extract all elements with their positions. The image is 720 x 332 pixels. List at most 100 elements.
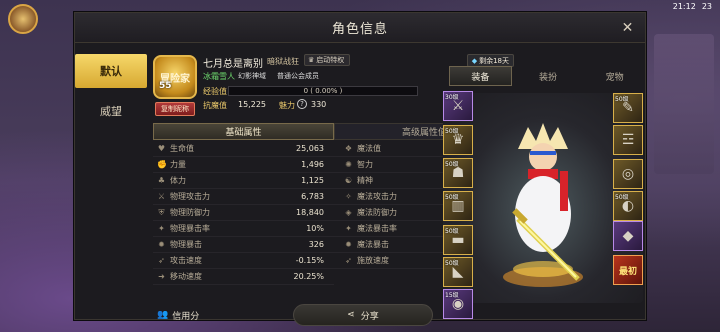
charm-help-icon[interactable]: ? bbox=[297, 99, 307, 109]
attribute-name: 物理暴击 bbox=[170, 240, 202, 249]
slot-level: 50级 bbox=[445, 161, 459, 168]
magic-stone-slot-icon[interactable]: ◆ bbox=[613, 221, 643, 251]
attribute-name: 攻击速度 bbox=[170, 256, 202, 265]
slot-level: 50级 bbox=[615, 96, 629, 103]
slot-level: 50级 bbox=[445, 128, 459, 135]
copy-name-button[interactable]: 复制昵称 bbox=[155, 102, 195, 116]
shoes-slot-icon[interactable]: ◣ 50级 bbox=[443, 257, 473, 287]
bracelet-slot-icon[interactable]: ☲ bbox=[613, 125, 643, 155]
pants-slot-icon[interactable]: ▥ 50级 bbox=[443, 191, 473, 221]
intelligence-icon: ✺ bbox=[345, 160, 352, 169]
share-icon: ⋖ bbox=[347, 310, 355, 320]
shield-icon: ⛨ bbox=[158, 208, 165, 217]
remaining-days-label: 剩余18天 bbox=[479, 56, 509, 65]
attribute-row: ⚔ 物理攻击力 6,783 bbox=[153, 189, 334, 205]
slot-glyph: 最初 bbox=[618, 266, 637, 277]
credit-score-button[interactable]: 👥 信用分 bbox=[153, 309, 223, 322]
slot-glyph: ☲ bbox=[621, 132, 635, 148]
attribute-value: 326 bbox=[308, 240, 324, 249]
tab-pet[interactable]: 宠物 bbox=[584, 66, 645, 86]
attribute-row: ⛨ 物理防御力 18,840 bbox=[153, 205, 334, 221]
slot-level: 50级 bbox=[445, 194, 459, 201]
top-slot-icon[interactable]: ♛ 50级 bbox=[443, 125, 473, 155]
attribute-value: 10% bbox=[306, 224, 324, 233]
attack-speed-icon: ➶ bbox=[158, 256, 165, 265]
charm-label: 魅力 bbox=[279, 101, 295, 110]
tab-prestige[interactable]: 威望 bbox=[75, 94, 147, 128]
attribute-value: 1,496 bbox=[301, 160, 324, 169]
level-badge: 55 bbox=[159, 81, 172, 91]
tab-default[interactable]: 默认 bbox=[75, 54, 147, 88]
attribute-name: 物理暴击率 bbox=[170, 224, 210, 233]
privilege-badge[interactable]: ♛ 启动特权 bbox=[304, 54, 351, 66]
attribute-name: 力量 bbox=[170, 160, 186, 169]
attribute-value: 1,125 bbox=[301, 176, 324, 185]
equipment-display: ⚔ 30级 ♛ 50级 ☗ 50级 ▥ 50级 ▬ 50级 ◣ 50级 ◉ 15级 ✎ 50级 ☲ ◎ ◐ 50级 ◆ 最… bbox=[443, 91, 643, 319]
background-left-hud bbox=[0, 0, 74, 332]
fist-icon: ✊ bbox=[157, 160, 167, 169]
magic-attack-icon: ✧ bbox=[345, 192, 352, 201]
charm-value: 330 bbox=[311, 100, 327, 109]
strongest-slot-icon[interactable]: 最初 bbox=[613, 255, 643, 285]
tab-equipment[interactable]: 装备 bbox=[449, 66, 512, 86]
attribute-name: 生命值 bbox=[170, 144, 194, 153]
guild-role: 普通公会成员 bbox=[277, 72, 319, 80]
attribute-row: ✦ 物理暴击率 10% bbox=[153, 221, 334, 237]
attribute-name: 体力 bbox=[170, 176, 186, 185]
attribute-value: 18,840 bbox=[296, 208, 324, 217]
close-icon[interactable]: ✕ bbox=[619, 19, 637, 37]
guild-name: 幻影神域 bbox=[238, 72, 266, 80]
panel-title-bar: 角色信息 ✕ bbox=[75, 13, 645, 43]
slot-level: 30级 bbox=[445, 94, 459, 101]
title-slot-icon[interactable]: ◉ 15级 bbox=[443, 289, 473, 319]
panel-title: 角色信息 bbox=[331, 22, 388, 37]
exp-bar: 0 ( 0.00% ) bbox=[228, 86, 418, 96]
heart-icon: ♥ bbox=[157, 144, 166, 153]
character-name: 七月总是离别 bbox=[203, 59, 263, 70]
left-tab-list: 默认 威望 bbox=[75, 54, 147, 134]
attribute-value: -0.15% bbox=[295, 256, 324, 265]
privilege-icon: ♛ bbox=[308, 56, 315, 64]
tab-costume[interactable]: 装扮 bbox=[518, 66, 579, 86]
background-right-scene bbox=[646, 0, 720, 332]
share-button[interactable]: ⋖ 分享 bbox=[293, 304, 433, 326]
necklace-slot-icon[interactable]: ✎ 50级 bbox=[613, 93, 643, 123]
attribute-name: 物理攻击力 bbox=[170, 192, 210, 201]
sword-icon: ⚔ bbox=[157, 192, 166, 201]
head-slot-icon[interactable]: ☗ 50级 bbox=[443, 158, 473, 188]
spirit-icon: ☯ bbox=[344, 176, 353, 185]
magic-defense-icon: ◈ bbox=[345, 208, 352, 217]
adventurer-emblem-icon: 冒险家 bbox=[153, 55, 197, 99]
player-avatar[interactable] bbox=[8, 4, 38, 34]
diamond-icon: ◆ bbox=[471, 56, 478, 65]
crit-rate-icon: ✦ bbox=[158, 224, 165, 233]
mana-icon: ❖ bbox=[344, 144, 353, 153]
exp-label: 经验值 bbox=[203, 87, 227, 96]
character-info-panel: 角色信息 ✕ 默认 威望 冒险家 55 复制昵称 七月总是离别 暗狱战狂 ♛ 启… bbox=[74, 12, 646, 326]
slot-glyph: ◆ bbox=[622, 228, 634, 244]
resist-value: 15,225 bbox=[238, 100, 266, 109]
accessory-slot-icon[interactable]: ◐ 50级 bbox=[613, 191, 643, 221]
attribute-row: ➶ 攻击速度 -0.15% bbox=[153, 253, 334, 269]
exp-text: 0 ( 0.00% ) bbox=[303, 87, 343, 95]
status-bar: 21:12 23 bbox=[0, 0, 720, 12]
ring-slot-icon[interactable]: ◎ bbox=[613, 159, 643, 189]
people-icon: 👥 bbox=[157, 310, 169, 320]
attribute-value: 6,783 bbox=[301, 192, 324, 201]
equipment-tabs: 装备 装扮 宠物 bbox=[449, 66, 645, 86]
belt-slot-icon[interactable]: ▬ 50级 bbox=[443, 225, 473, 255]
cast-speed-icon: ➶ bbox=[345, 256, 352, 265]
title-tag: 冰霜雪人 bbox=[203, 72, 235, 81]
character-class: 暗狱战狂 bbox=[267, 57, 299, 66]
share-label: 分享 bbox=[360, 311, 379, 322]
tab-basic-attributes[interactable]: 基础属性 bbox=[153, 123, 334, 140]
attribute-name: 移动速度 bbox=[170, 272, 202, 281]
weapon-slot-icon[interactable]: ⚔ 30级 bbox=[443, 91, 473, 121]
move-speed-icon: ➜ bbox=[158, 272, 165, 281]
attribute-name: 物理防御力 bbox=[170, 208, 210, 217]
attribute-row: ♥ 生命值 25,063 bbox=[153, 141, 334, 157]
attribute-row: ✹ 物理暴击 326 bbox=[153, 237, 334, 253]
magic-crit-icon: ✹ bbox=[345, 240, 352, 249]
background-tower bbox=[654, 34, 714, 174]
crit-icon: ✹ bbox=[158, 240, 165, 249]
